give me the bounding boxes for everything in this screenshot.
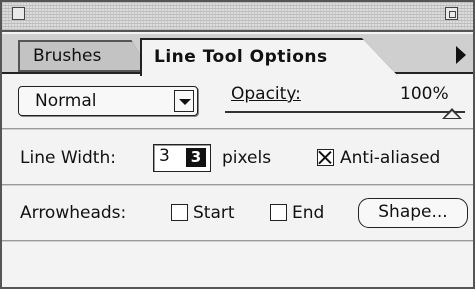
anti-aliased-label[interactable]: Anti-aliased — [340, 148, 440, 168]
arrowhead-end-label[interactable]: End — [292, 203, 324, 223]
line-width-input[interactable]: 3 3 — [153, 144, 211, 172]
divider — [2, 184, 473, 186]
opacity-slider-track[interactable] — [225, 111, 465, 113]
tab-brushes[interactable]: Brushes — [18, 40, 150, 72]
opacity-slider-thumb[interactable] — [442, 108, 462, 119]
blend-mode-select[interactable]: Normal — [18, 86, 198, 116]
opacity-value[interactable]: 100% — [400, 84, 449, 104]
line-width-selection-block: 3 — [186, 148, 206, 167]
arrowhead-end-checkbox[interactable] — [270, 204, 287, 221]
arrowhead-start-label[interactable]: Start — [193, 203, 235, 223]
line-width-label: Line Width: — [20, 148, 116, 168]
dropdown-arrow-icon[interactable] — [174, 90, 194, 112]
divider — [2, 240, 473, 242]
palette-menu-arrow-icon[interactable] — [456, 46, 466, 64]
shape-button[interactable]: Shape... — [358, 198, 468, 228]
zoom-box-icon[interactable] — [445, 7, 458, 20]
anti-aliased-checkbox[interactable] — [317, 149, 334, 166]
tab-line-tool-options-label: Line Tool Options — [142, 40, 398, 76]
close-box-icon[interactable] — [12, 7, 25, 20]
tab-line-tool-options[interactable]: Line Tool Options — [140, 38, 398, 76]
pixels-unit-label: pixels — [222, 148, 272, 168]
opacity-label: Opacity: — [231, 84, 301, 104]
line-width-value: 3 — [159, 146, 170, 166]
divider — [2, 128, 473, 130]
palette-title-bar[interactable] — [2, 2, 473, 32]
arrowhead-start-checkbox[interactable] — [171, 204, 188, 221]
blend-mode-value: Normal — [35, 91, 97, 111]
arrowheads-label: Arrowheads: — [20, 203, 127, 223]
